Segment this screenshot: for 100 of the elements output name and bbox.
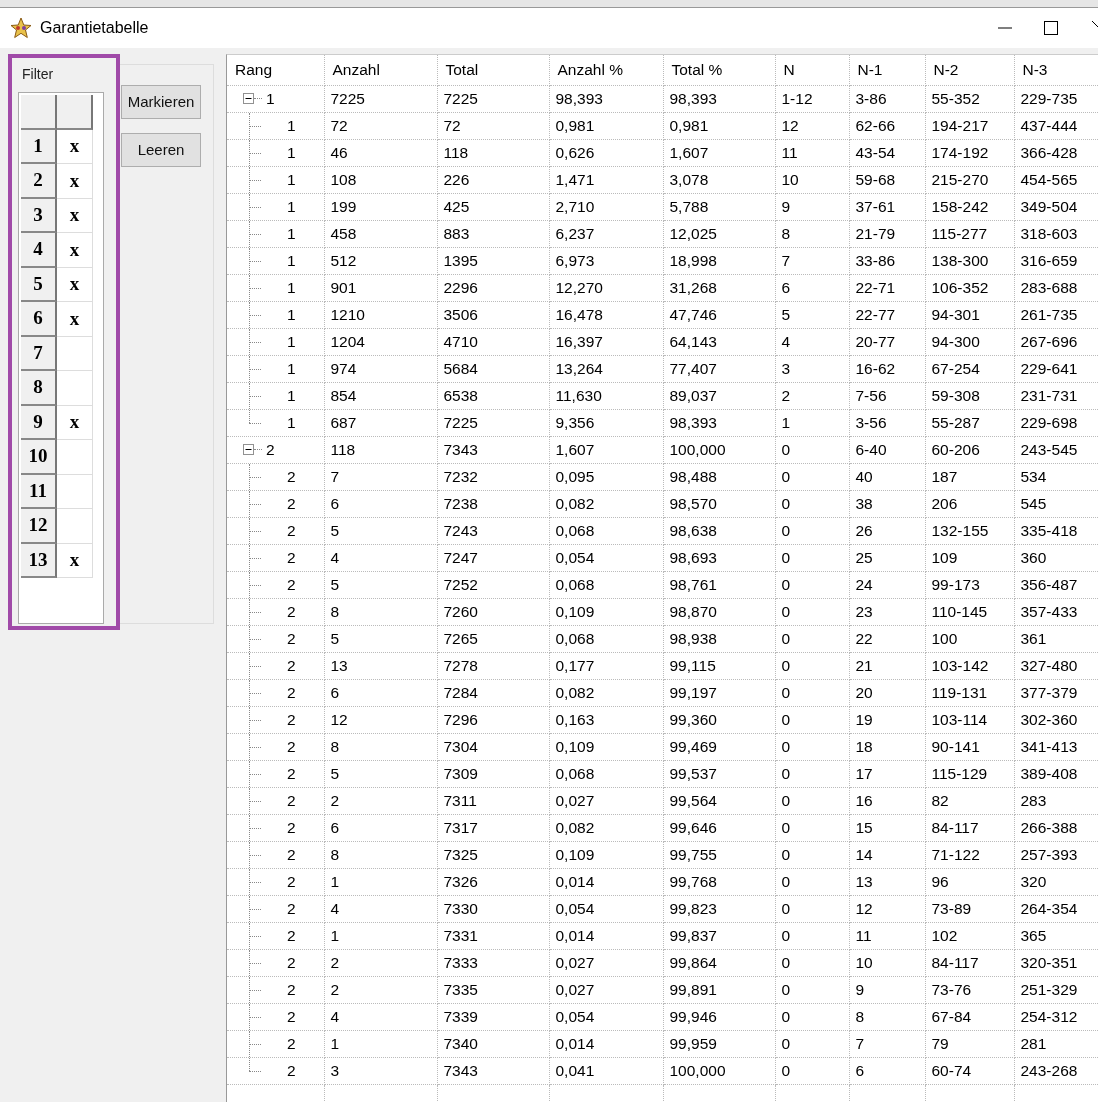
table-cell: 24 (849, 571, 925, 598)
row-header[interactable]: 6 (21, 302, 57, 337)
table-cell: 2296 (437, 274, 549, 301)
table-cell: 13 (849, 868, 925, 895)
corner-header (21, 95, 57, 130)
grid-cell[interactable] (57, 440, 93, 475)
table-cell: 0,014 (549, 1030, 663, 1057)
table-cell: 0 (775, 598, 849, 625)
table-cell: 99,768 (663, 868, 775, 895)
table-cell: 0 (775, 652, 849, 679)
table-cell: 0 (775, 544, 849, 571)
minimize-icon[interactable] (998, 27, 1012, 29)
row-header[interactable]: 12 (21, 509, 57, 544)
column-header[interactable]: N-2 (925, 55, 1014, 85)
table-cell: 118 (437, 139, 549, 166)
table-cell: 2 (287, 549, 296, 566)
table-cell: 98,870 (663, 598, 775, 625)
table-cell: 98,938 (663, 625, 775, 652)
grid-cell[interactable] (57, 474, 93, 509)
table-cell: 7331 (437, 922, 549, 949)
clear-button[interactable]: Leeren (121, 133, 201, 167)
table-cell: 7325 (437, 841, 549, 868)
row-header[interactable]: 4 (21, 233, 57, 268)
table-cell: 215-270 (925, 166, 1014, 193)
table-cell: 33-86 (849, 247, 925, 274)
table-cell: 9,356 (549, 409, 663, 436)
table-cell: 7317 (437, 814, 549, 841)
table-cell: 7243 (437, 517, 549, 544)
row-header[interactable]: 10 (21, 440, 57, 475)
table-cell: 73-89 (925, 895, 1014, 922)
table-cell: 7252 (437, 571, 549, 598)
table-cell: 6 (775, 274, 849, 301)
row-header[interactable]: 3 (21, 198, 57, 233)
grid-cell[interactable]: x (57, 233, 93, 268)
table-cell: 55-352 (925, 85, 1014, 112)
table-cell: 3-56 (849, 409, 925, 436)
app-star-icon (10, 17, 32, 39)
table-cell: 99,823 (663, 895, 775, 922)
grid-cell[interactable]: x (57, 405, 93, 440)
column-header[interactable]: Anzahl (324, 55, 437, 85)
column-header[interactable]: Anzahl % (549, 55, 663, 85)
table-cell: 0 (775, 1003, 849, 1030)
table-cell: 2 (287, 1062, 296, 1079)
table-cell: 0,082 (549, 814, 663, 841)
mark-button[interactable]: Markieren (121, 85, 201, 119)
table-cell: 0,082 (549, 679, 663, 706)
table-cell: 16,397 (549, 328, 663, 355)
row-header[interactable]: 11 (21, 474, 57, 509)
table-cell: 0,041 (549, 1057, 663, 1084)
table-cell: 8 (324, 733, 437, 760)
table-cell: 545 (1014, 490, 1098, 517)
row-header[interactable]: 1 (21, 129, 57, 164)
row-header[interactable]: 8 (21, 371, 57, 406)
table-cell: 7343 (437, 1057, 549, 1084)
column-header[interactable]: N-3 (1014, 55, 1098, 85)
table-cell: 5 (324, 571, 437, 598)
column-header[interactable]: N-1 (849, 55, 925, 85)
table-cell: 99,646 (663, 814, 775, 841)
table-cell: 425 (437, 193, 549, 220)
grid-cell[interactable]: x (57, 302, 93, 337)
table-cell: 71-122 (925, 841, 1014, 868)
table-cell: 37-61 (849, 193, 925, 220)
table-cell: 901 (324, 274, 437, 301)
table-cell: 2 (287, 900, 296, 917)
row-header[interactable]: 9 (21, 405, 57, 440)
column-header[interactable]: Total % (663, 55, 775, 85)
table-cell: 2 (324, 976, 437, 1003)
table-cell: 974 (324, 355, 437, 382)
row-header[interactable]: 13 (21, 543, 57, 578)
collapse-icon[interactable] (243, 93, 254, 104)
table-cell: 194-217 (925, 112, 1014, 139)
grid-cell[interactable] (57, 509, 93, 544)
row-header[interactable]: 2 (21, 164, 57, 199)
grid-cell[interactable]: x (57, 129, 93, 164)
table-cell: 226 (437, 166, 549, 193)
grid-cell[interactable]: x (57, 198, 93, 233)
table-cell: 361 (1014, 625, 1098, 652)
group-label: Filter (21, 66, 54, 82)
grid-cell[interactable]: x (57, 543, 93, 578)
table-cell: 26 (849, 517, 925, 544)
table-cell: 0 (775, 436, 849, 463)
table-cell: 264-354 (1014, 895, 1098, 922)
collapse-icon[interactable] (243, 444, 254, 455)
maximize-icon[interactable] (1044, 21, 1058, 35)
table-cell: 4710 (437, 328, 549, 355)
column-header[interactable]: Rang (227, 55, 324, 85)
column-header[interactable]: N (775, 55, 849, 85)
column-header[interactable]: Total (437, 55, 549, 85)
table-cell: 22-77 (849, 301, 925, 328)
row-header[interactable]: 5 (21, 267, 57, 302)
table-cell: 158-242 (925, 193, 1014, 220)
grid-cell[interactable]: x (57, 164, 93, 199)
grid-cell[interactable]: x (57, 267, 93, 302)
row-header[interactable]: 7 (21, 336, 57, 371)
table-cell: 99,469 (663, 733, 775, 760)
grid-cell[interactable] (57, 336, 93, 371)
table-cell: 0,014 (549, 922, 663, 949)
grid-cell[interactable] (57, 371, 93, 406)
table-cell: 2 (287, 738, 296, 755)
table-cell: 16 (849, 787, 925, 814)
